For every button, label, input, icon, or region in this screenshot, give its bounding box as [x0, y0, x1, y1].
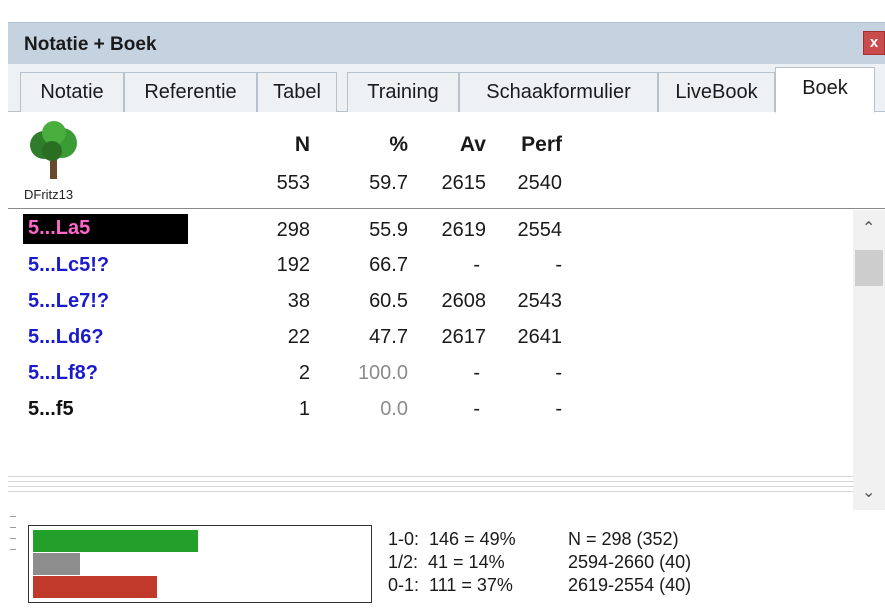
move-av: 2617 — [441, 326, 487, 348]
draw-bar — [33, 553, 80, 575]
rating-range-2: 2619-2554 (40) — [568, 575, 692, 595]
move-av: - — [473, 398, 480, 420]
move-perf: - — [555, 254, 562, 276]
list-separator — [8, 476, 853, 502]
win-stat: 1-0: 146 = 49% — [388, 529, 516, 549]
move-percent: 0.0 — [380, 398, 408, 420]
move-label[interactable]: 5...Lf8? — [28, 362, 98, 385]
total-av: 2615 — [441, 172, 487, 194]
column-header-n[interactable]: N — [258, 133, 310, 157]
move-perf: 2641 — [517, 326, 563, 348]
move-av: - — [473, 254, 480, 276]
column-header-av[interactable]: Av — [428, 133, 486, 157]
total-n: 553 — [276, 172, 310, 194]
move-perf: - — [555, 398, 562, 420]
tab-livebook[interactable]: LiveBook — [658, 72, 775, 112]
loss-bar — [33, 576, 157, 598]
move-label[interactable]: 5...Lc5!? — [28, 254, 109, 277]
close-button[interactable]: x — [863, 31, 885, 55]
tab-boek[interactable]: Boek — [775, 67, 875, 113]
move-n: 192 — [276, 254, 310, 276]
book-name: DFritz13 — [24, 187, 74, 202]
statistics-panel: 1-0: 146 = 49% 1/2: 41 = 14% 0-1: 111 = … — [8, 516, 885, 610]
ruler-ticks — [10, 516, 16, 576]
tab-schaakformulier[interactable]: Schaakformulier — [459, 72, 658, 112]
move-percent: 55.9 — [369, 219, 408, 241]
games-count: N = 298 (352) — [568, 529, 679, 549]
tab-notatie[interactable]: Notatie — [20, 72, 124, 112]
move-n: 1 — [298, 398, 310, 420]
move-percent: 100.0 — [357, 362, 408, 384]
rating-range-1: 2594-2660 (40) — [568, 552, 692, 572]
total-percent: 59.7 — [369, 172, 408, 194]
move-perf: 2554 — [517, 219, 563, 241]
move-percent: 47.7 — [369, 326, 408, 348]
move-av: - — [473, 362, 480, 384]
notation-book-window: Notatie + Boek x Notatie Referentie Tabe… — [8, 22, 885, 610]
scroll-down-icon[interactable]: ⌄ — [862, 482, 875, 502]
move-av: 2619 — [441, 219, 487, 241]
win-bar — [33, 530, 198, 552]
column-header-percent[interactable]: % — [358, 133, 408, 157]
move-perf: 2543 — [517, 290, 563, 312]
move-label[interactable]: 5...Ld6? — [28, 326, 104, 349]
title-bar: Notatie + Boek x — [8, 22, 885, 64]
tab-tabel[interactable]: Tabel — [257, 72, 337, 112]
book-header: DFritz13 N % Av Perf 553 59.7 2615 2540 — [8, 113, 885, 209]
move-av: 2608 — [441, 290, 487, 312]
scroll-up-icon[interactable]: ⌃ — [862, 218, 875, 238]
vertical-scrollbar[interactable]: ⌃ ⌄ — [853, 210, 885, 510]
move-n: 2 — [298, 362, 310, 384]
tab-referentie[interactable]: Referentie — [124, 72, 257, 112]
move-percent: 60.5 — [369, 290, 408, 312]
move-n: 38 — [287, 290, 310, 312]
tree-icon[interactable] — [24, 121, 84, 181]
move-percent: 66.7 — [369, 254, 408, 276]
move-n: 22 — [287, 326, 310, 348]
draw-stat: 1/2: 41 = 14% — [388, 552, 505, 572]
tab-bar: Notatie Referentie Tabel Training Schaak… — [8, 64, 885, 113]
window-title: Notatie + Boek — [24, 34, 157, 55]
loss-stat: 0-1: 111 = 37% — [388, 575, 513, 595]
column-header-perf[interactable]: Perf — [498, 133, 562, 157]
total-perf: 2540 — [517, 172, 563, 194]
tab-training[interactable]: Training — [347, 72, 459, 112]
scrollbar-thumb[interactable] — [855, 250, 883, 286]
move-label[interactable]: 5...f5 — [28, 398, 74, 421]
moves-list: 5...La5 298 55.9 2619 2554 5...Lc5!? 192… — [8, 210, 853, 470]
move-label[interactable]: 5...La5 — [23, 214, 188, 244]
move-n: 298 — [276, 219, 310, 241]
move-perf: - — [555, 362, 562, 384]
move-label[interactable]: 5...Le7!? — [28, 290, 109, 313]
result-bar-chart — [28, 525, 372, 603]
